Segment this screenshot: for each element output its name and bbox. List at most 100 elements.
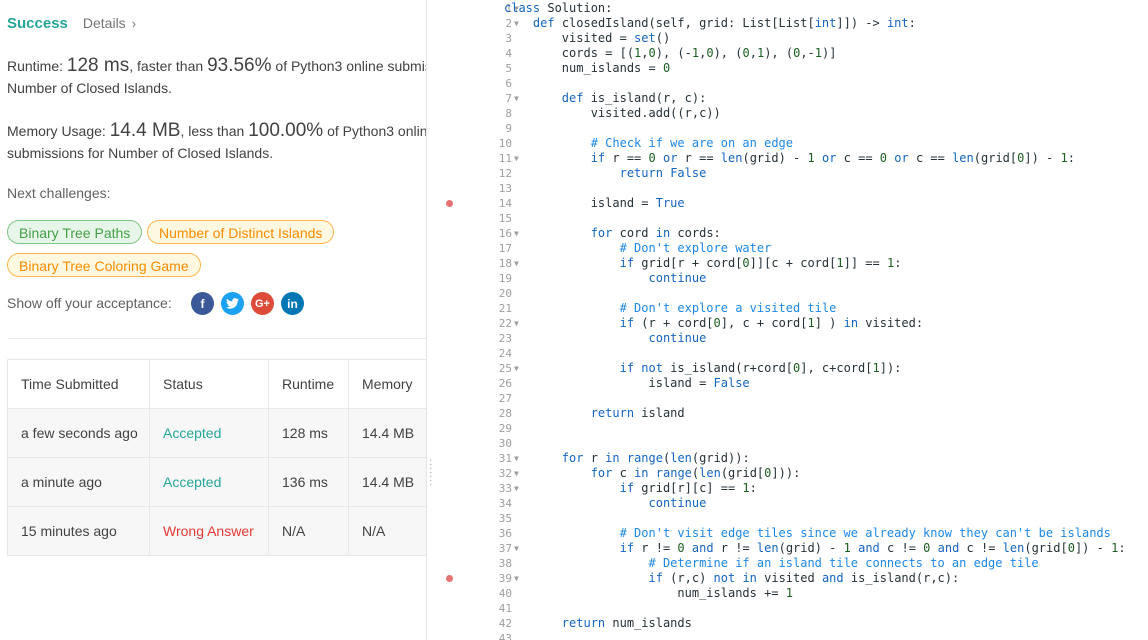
twitter-icon[interactable] xyxy=(221,292,244,315)
code-text: if grid[r + cord[0]][c + cord[1]] == 1: xyxy=(619,256,902,270)
code-text: cords = [(1,0), (-1,0), (0,1), (0,-1)] xyxy=(504,46,837,60)
code-line[interactable]: 11 ▼ if r == 0 or r == len(grid) - 1 or c… xyxy=(436,151,1148,166)
code-line[interactable]: 22 ▼ if (r + cord[0], c + cord[1] ) in vi… xyxy=(436,316,1148,331)
code-text: class Solution: xyxy=(504,1,613,15)
cell-time: 15 minutes ago xyxy=(7,506,150,556)
memory-mid: , less than xyxy=(180,123,245,139)
col-runtime[interactable]: Runtime xyxy=(268,359,349,409)
code-line[interactable]: 25 ▼ if not is_island(r+cord[0], c+cord[1… xyxy=(436,361,1148,376)
code-line[interactable]: 32 ▼ for c in range(len(grid[0])): xyxy=(436,466,1148,481)
code-text: if r == 0 or r == len(grid) - 1 or c == … xyxy=(590,151,1075,165)
code-line[interactable]: 10 # Check if we are on an edge xyxy=(436,136,1148,151)
memory-value: 14.4 MB xyxy=(109,120,181,141)
code-line[interactable]: 14 island = True xyxy=(436,196,1148,211)
cell-time: a minute ago xyxy=(7,457,150,507)
code-text: def closedIsland(self, grid: List[List[i… xyxy=(532,16,916,30)
next-challenges-label: Next challenges: xyxy=(7,185,111,201)
tag-number-of-distinct-islands[interactable]: Number of Distinct Islands xyxy=(147,220,335,244)
code-line[interactable]: 20 xyxy=(436,286,1148,301)
code-line[interactable]: 7 ▼ def is_island(r, c): xyxy=(436,91,1148,106)
table-row[interactable]: a minute ago Accepted 136 ms 14.4 MB xyxy=(7,457,426,507)
code-line[interactable]: 21 # Don't explore a visited tile xyxy=(436,301,1148,316)
submissions-table: Time Submitted Status Runtime Memory a f… xyxy=(7,359,426,556)
code-text: num_islands = 0 xyxy=(504,61,671,75)
result-panel: Success Details › Runtime: 128 ms, faster… xyxy=(0,0,426,640)
details-label: Details xyxy=(82,15,126,31)
breakpoint-icon[interactable] xyxy=(446,200,453,207)
code-text: visited = set() xyxy=(504,31,671,45)
share-label: Show off your acceptance: xyxy=(7,295,172,311)
line-number: 27 xyxy=(498,392,512,405)
line-number: 9 xyxy=(505,122,512,135)
table-row[interactable]: 15 minutes ago Wrong Answer N/A N/A xyxy=(7,506,426,556)
breakpoint-icon[interactable] xyxy=(446,575,453,582)
line-number: 41 xyxy=(498,602,512,615)
code-line[interactable]: 15 xyxy=(436,211,1148,226)
code-text: visited.add((r,c)) xyxy=(504,106,721,120)
code-line[interactable]: 27 xyxy=(436,391,1148,406)
code-line[interactable]: 1 ▼ class Solution: xyxy=(436,1,1148,16)
code-line[interactable]: 40 num_islands += 1 xyxy=(436,586,1148,601)
code-line[interactable]: 30 xyxy=(436,436,1148,451)
code-line[interactable]: 34 continue xyxy=(436,496,1148,511)
cell-runtime: 128 ms xyxy=(268,408,349,458)
code-line[interactable]: 4 cords = [(1,0), (-1,0), (0,1), (0,-1)] xyxy=(436,46,1148,61)
code-line[interactable]: 5 num_islands = 0 xyxy=(436,61,1148,76)
code-line[interactable]: 31 ▼ for r in range(len(grid)): xyxy=(436,451,1148,466)
code-line[interactable]: 35 xyxy=(436,511,1148,526)
code-line[interactable]: 29 xyxy=(436,421,1148,436)
code-line[interactable]: 42 return num_islands xyxy=(436,616,1148,631)
code-line[interactable]: 41 xyxy=(436,601,1148,616)
code-text: def is_island(r, c): xyxy=(561,91,707,105)
code-line[interactable]: 8 visited.add((r,c)) xyxy=(436,106,1148,121)
code-line[interactable]: 13 xyxy=(436,181,1148,196)
divider xyxy=(7,338,426,339)
line-number: 29 xyxy=(498,422,512,435)
code-line[interactable]: 6 xyxy=(436,76,1148,91)
cell-status-accepted[interactable]: Accepted xyxy=(149,408,269,458)
code-line[interactable]: 37 ▼ if r != 0 and r != len(grid) - 1 and… xyxy=(436,541,1148,556)
resize-handle-icon[interactable]: · · · · · · · xyxy=(429,456,433,499)
col-time-submitted[interactable]: Time Submitted xyxy=(7,359,150,409)
code-line[interactable]: 43 xyxy=(436,631,1148,640)
code-line[interactable]: 3 visited = set() xyxy=(436,31,1148,46)
code-text: # Don't explore a visited tile xyxy=(619,301,837,315)
code-text: continue xyxy=(648,271,707,285)
code-line[interactable]: 36 # Don't visit edge tiles since we alr… xyxy=(436,526,1148,541)
cell-runtime: N/A xyxy=(268,506,349,556)
code-line[interactable]: 26 island = False xyxy=(436,376,1148,391)
col-memory[interactable]: Memory xyxy=(348,359,426,409)
line-number: 13 xyxy=(498,182,512,195)
code-line[interactable]: 28 return island xyxy=(436,406,1148,421)
facebook-icon[interactable]: f xyxy=(191,292,214,315)
code-line[interactable]: 18 ▼ if grid[r + cord[0]][c + cord[1]] ==… xyxy=(436,256,1148,271)
code-text: return island xyxy=(590,406,685,420)
google-plus-icon[interactable]: G+ xyxy=(251,292,274,315)
code-line[interactable]: 33 ▼ if grid[r][c] == 1: xyxy=(436,481,1148,496)
code-text: if not is_island(r+cord[0], c+cord[1]): xyxy=(619,361,902,375)
code-line[interactable]: 38 # Determine if an island tile connect… xyxy=(436,556,1148,571)
tag-binary-tree-coloring-game[interactable]: Binary Tree Coloring Game xyxy=(7,253,201,277)
code-line[interactable]: 23 continue xyxy=(436,331,1148,346)
code-line[interactable]: 16 ▼ for cord in cords: xyxy=(436,226,1148,241)
linkedin-icon[interactable]: in xyxy=(281,292,304,315)
table-row[interactable]: a few seconds ago Accepted 128 ms 14.4 M… xyxy=(7,408,426,458)
runtime-problem: Number of Closed Islands. xyxy=(7,80,172,96)
code-line[interactable]: 39 ▼ if (r,c) not in visited and is_islan… xyxy=(436,571,1148,586)
code-line[interactable]: 19 continue xyxy=(436,271,1148,286)
runtime-tail: of Python3 online submis xyxy=(275,58,426,74)
code-line[interactable]: 9 xyxy=(436,121,1148,136)
result-header: Success Details › xyxy=(7,13,136,33)
col-status[interactable]: Status xyxy=(149,359,269,409)
code-line[interactable]: 2 ▼ def closedIsland(self, grid: List[Lis… xyxy=(436,16,1148,31)
details-link[interactable]: Details › xyxy=(83,15,136,31)
code-editor[interactable]: 1 ▼ class Solution: 2 ▼ def closedIsland(sel… xyxy=(436,0,1148,640)
cell-status-wrong-answer[interactable]: Wrong Answer xyxy=(149,506,269,556)
code-line[interactable]: 12 return False xyxy=(436,166,1148,181)
code-line[interactable]: 17 # Don't explore water xyxy=(436,241,1148,256)
code-line[interactable]: 24 xyxy=(436,346,1148,361)
cell-status-accepted[interactable]: Accepted xyxy=(149,457,269,507)
tag-binary-tree-paths[interactable]: Binary Tree Paths xyxy=(7,220,143,244)
line-number: 24 xyxy=(498,347,512,360)
code-text: return False xyxy=(619,166,707,180)
